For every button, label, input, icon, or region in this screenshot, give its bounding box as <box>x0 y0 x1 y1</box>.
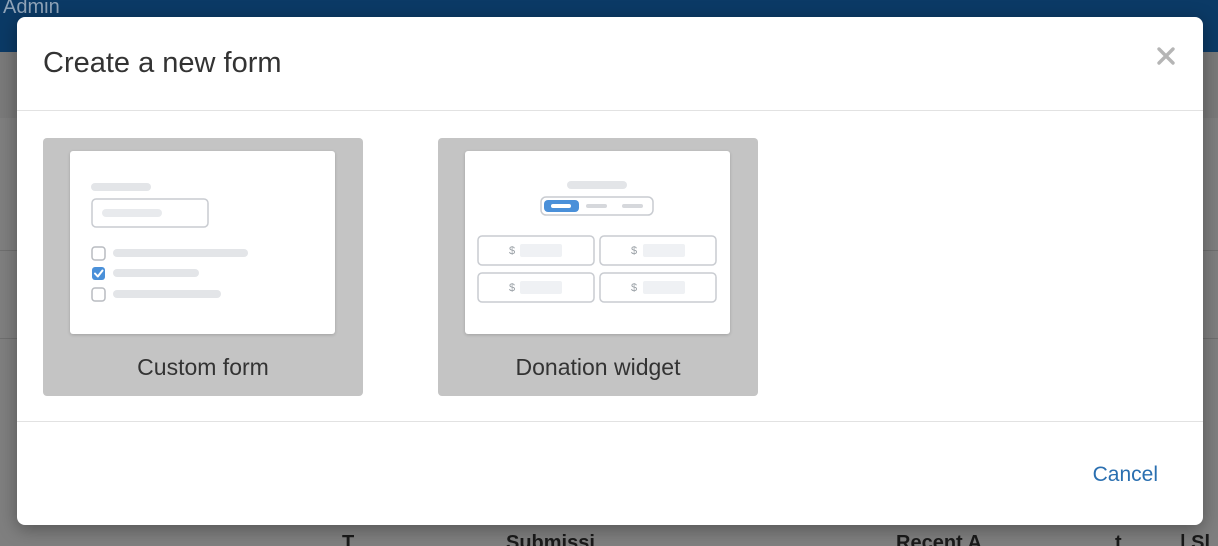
create-form-modal: Create a new form Custom form $ $ $ $ Do… <box>17 17 1203 525</box>
donation-widget-option[interactable]: $ $ $ $ Donation widget <box>438 138 758 396</box>
custom-form-option[interactable]: Custom form <box>43 138 363 396</box>
modal-body: Custom form $ $ $ $ Donation widget <box>17 111 1203 422</box>
currency-symbol: $ <box>509 245 515 257</box>
currency-symbol: $ <box>631 245 637 257</box>
custom-form-preview <box>70 151 335 334</box>
cancel-button[interactable]: Cancel <box>1093 463 1158 487</box>
donation-widget-preview-icon: $ $ $ $ <box>477 181 717 303</box>
currency-symbol: $ <box>509 282 515 294</box>
close-button[interactable] <box>1153 43 1179 69</box>
background-column-header: Recent A <box>896 532 982 546</box>
close-icon <box>1157 47 1175 65</box>
custom-form-preview-icon <box>91 183 248 302</box>
modal-title: Create a new form <box>43 47 282 79</box>
modal-footer: Cancel <box>17 422 1203 525</box>
background-column-header: Submissi <box>506 532 595 546</box>
background-column-header: | Sl <box>1180 532 1211 546</box>
modal-header: Create a new form <box>17 17 1203 111</box>
background-column-header: t <box>1115 532 1122 546</box>
donation-widget-preview: $ $ $ $ <box>465 151 730 334</box>
currency-symbol: $ <box>631 282 637 294</box>
background-column-header: T <box>342 532 355 546</box>
donation-widget-label: Donation widget <box>515 354 681 380</box>
custom-form-label: Custom form <box>137 354 269 380</box>
